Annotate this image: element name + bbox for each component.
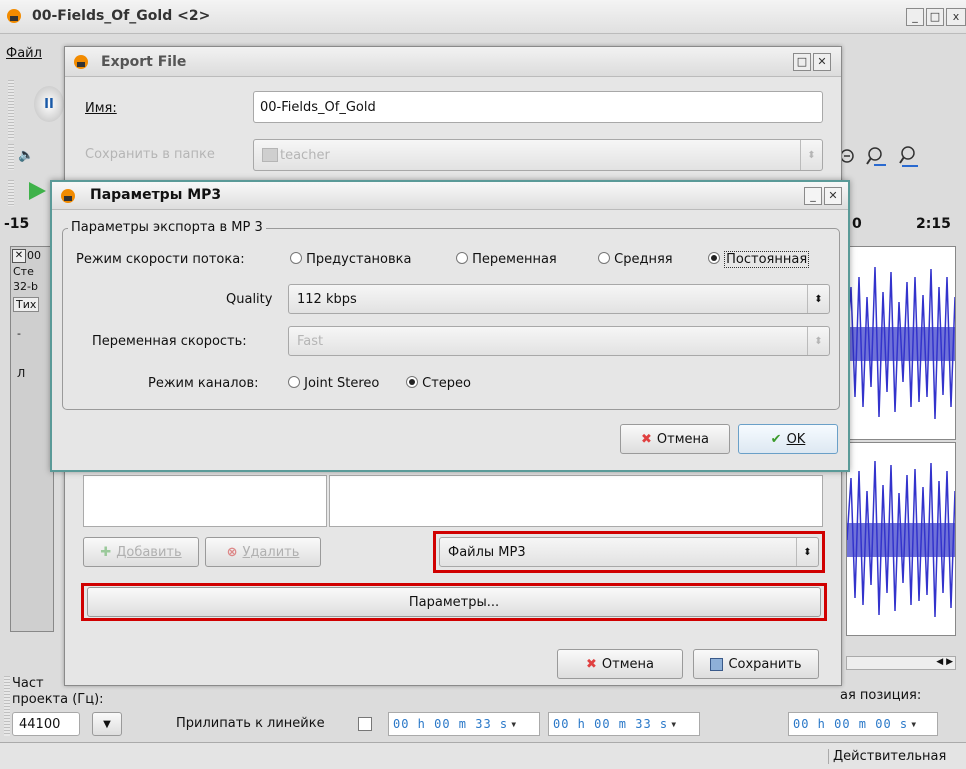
bitrate-mode-preset[interactable]: Предустановка (290, 252, 411, 267)
project-rate-label-2: проекта (Гц): (12, 692, 104, 707)
project-rate-label-1: Част (12, 676, 44, 691)
main-titlebar: 00-Fields_Of_Gold <2> _ □ x (0, 0, 966, 34)
selection-bar-grip (4, 676, 10, 736)
places-list[interactable] (83, 475, 327, 527)
play-icon[interactable] (26, 180, 48, 202)
ruler-label-0: 0 (852, 216, 862, 232)
mp3-minimize-button[interactable]: _ (804, 187, 822, 205)
menu-file[interactable]: Файл (6, 46, 42, 61)
export-dialog-titlebar: Export File □ ✕ (65, 47, 841, 77)
toolbar-grip-2 (8, 144, 14, 170)
checkmark-icon: ✔ (770, 431, 782, 447)
options-highlight (81, 583, 827, 621)
app-icon (7, 9, 21, 23)
quality-label: Quality (226, 292, 273, 307)
mp3-options-dialog: Параметры MP3 _ ✕ Параметры экспорта в M… (50, 180, 850, 472)
horizontal-scrollbar[interactable]: ◀ ▶ (846, 656, 956, 670)
toolbar-grip (8, 80, 14, 140)
minimize-button[interactable]: _ (906, 8, 924, 26)
mp3-dialog-titlebar: Параметры MP3 _ ✕ (52, 182, 848, 210)
ruler-left-label: -15 (4, 216, 30, 232)
zoom-fit-project-icon[interactable] (896, 144, 922, 170)
bitrate-mode-average[interactable]: Средняя (598, 252, 673, 267)
quality-combo[interactable]: 112 kbps ⬍ (288, 284, 830, 314)
export-dialog-title: Export File (101, 54, 187, 70)
mp3-close-button[interactable]: ✕ (824, 187, 842, 205)
name-label: Имя: (85, 101, 117, 116)
export-save-button[interactable]: Сохранить (693, 649, 819, 679)
folder-combo[interactable]: teacher ⬍ (253, 139, 823, 171)
track-label-2: 32-b (13, 280, 38, 293)
remove-bookmark-button[interactable]: ⊗ Удалить (205, 537, 321, 567)
project-rate-combo[interactable]: 44100 (12, 712, 80, 736)
folder-icon (262, 148, 278, 162)
snap-checkbox[interactable] (358, 717, 372, 731)
track-close-button[interactable]: ✕ (12, 249, 26, 263)
mp3-dialog-title: Параметры MP3 (90, 187, 222, 203)
track-panel: ✕ 00 Сте 32-b Тих - Л (10, 246, 54, 632)
mp3-group-label: Параметры экспорта в MP 3 (68, 220, 266, 235)
main-window-title: 00-Fields_Of_Gold <2> (32, 8, 211, 24)
mp3-ok-button[interactable]: ✔ OK (738, 424, 838, 454)
selection-end-time[interactable]: 00 h 00 m 33 s ▾ (548, 712, 700, 736)
track-label-5: Л (17, 367, 26, 380)
cancel-icon: ✖ (641, 431, 652, 447)
status-bar: Действительная (0, 742, 966, 769)
channel-mode-joint-stereo[interactable]: Joint Stereo (288, 376, 379, 391)
remove-icon: ⊗ (226, 544, 238, 560)
bitrate-mode-variable[interactable]: Переменная (456, 252, 557, 267)
export-dialog-icon (74, 55, 88, 69)
add-icon: ✚ (100, 544, 112, 560)
audio-position-time[interactable]: 00 h 00 m 00 s ▾ (788, 712, 938, 736)
status-text: Действительная (828, 749, 946, 764)
maximize-button[interactable]: □ (926, 8, 944, 26)
save-icon (710, 657, 724, 671)
waveform-channel-left[interactable] (846, 246, 956, 440)
ruler-label-215: 2:15 (916, 216, 951, 232)
mp3-dialog-icon (61, 189, 75, 203)
chevron-updown-icon: ⬍ (807, 285, 829, 313)
cancel-icon: ✖ (586, 656, 597, 672)
project-rate-dropdown[interactable]: ▼ (92, 712, 122, 736)
close-button[interactable]: x (946, 8, 966, 26)
track-label-4: - (17, 327, 21, 340)
track-label-3[interactable]: Тих (13, 297, 40, 312)
files-list[interactable] (329, 475, 823, 527)
bitrate-mode-constant[interactable]: Постоянная (708, 251, 810, 268)
channel-mode-stereo[interactable]: Стерео (406, 376, 471, 391)
filename-input[interactable]: 00-Fields_Of_Gold (253, 91, 823, 123)
variable-speed-label: Переменная скорость: (92, 334, 247, 349)
selection-start-time[interactable]: 00 h 00 m 33 s ▾ (388, 712, 540, 736)
filetype-highlight (433, 531, 825, 573)
export-maximize-button[interactable]: □ (793, 53, 811, 71)
chevron-updown-icon: ⬍ (807, 327, 829, 355)
toolbar-grip-3 (8, 180, 14, 206)
bitrate-mode-label: Режим скорости потока: (76, 252, 245, 267)
export-close-button[interactable]: ✕ (813, 53, 831, 71)
save-in-folder-label: Сохранить в папке (85, 147, 215, 162)
pause-button[interactable]: II (34, 86, 64, 122)
channel-mode-label: Режим каналов: (148, 376, 259, 391)
variable-speed-combo[interactable]: Fast ⬍ (288, 326, 830, 356)
speaker-icon: 🔈 (18, 148, 35, 163)
snap-label: Прилипать к линейке (176, 716, 325, 731)
export-cancel-button[interactable]: ✖ Отмена (557, 649, 683, 679)
chevron-updown-icon: ⬍ (800, 140, 822, 170)
track-label-1: Сте (13, 265, 34, 278)
track-label-0: 00 (27, 249, 41, 262)
mp3-cancel-button[interactable]: ✖ Отмена (620, 424, 730, 454)
position-label: ая позиция: (840, 688, 922, 703)
add-bookmark-button[interactable]: ✚ Добавить (83, 537, 199, 567)
waveform-channel-right[interactable] (846, 442, 956, 636)
zoom-fit-selection-icon[interactable] (864, 144, 890, 170)
